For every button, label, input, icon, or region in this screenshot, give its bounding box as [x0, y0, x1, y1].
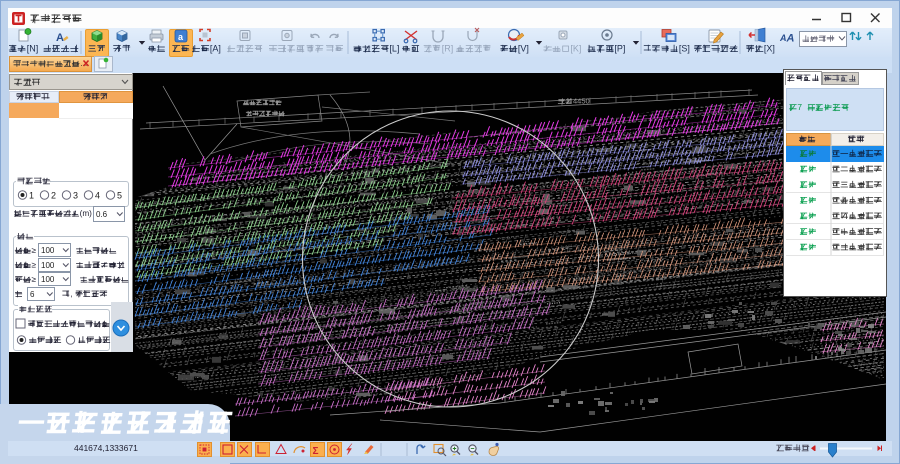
svg-text:4450: 4450 — [573, 97, 590, 106]
